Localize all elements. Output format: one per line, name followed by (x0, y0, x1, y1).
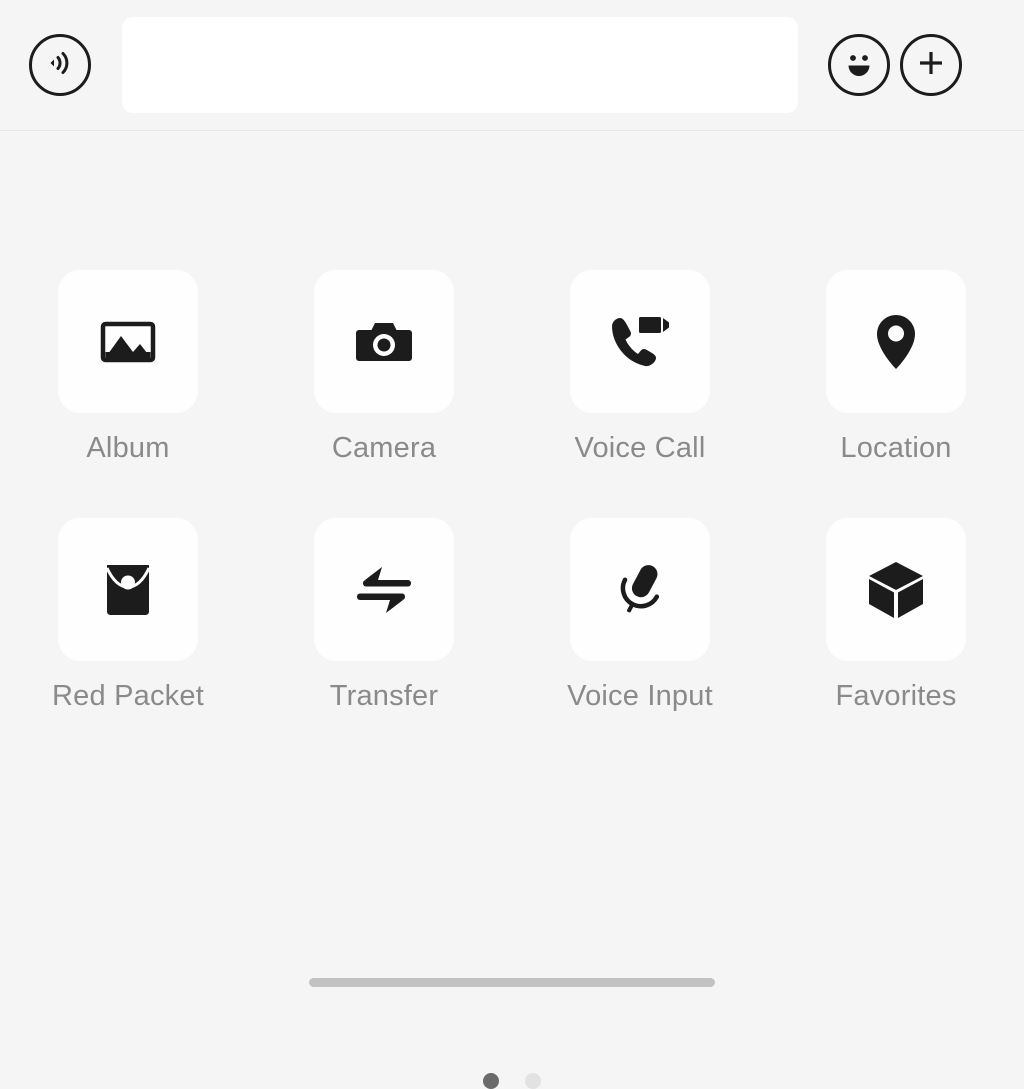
add-attachment-button[interactable] (900, 34, 962, 96)
attachment-item-camera[interactable]: Camera (256, 270, 512, 465)
attachment-tile[interactable] (570, 270, 710, 413)
transfer-arrows-icon (351, 557, 417, 623)
attachment-tile[interactable] (58, 518, 198, 661)
image-icon (95, 309, 161, 375)
attachment-label: Location (840, 432, 952, 464)
voice-wave-button[interactable] (29, 34, 91, 96)
home-indicator[interactable] (309, 978, 715, 987)
attachment-label: Favorites (835, 680, 957, 712)
phone-video-icon (607, 309, 673, 375)
pagination-dot-2[interactable] (525, 1073, 541, 1089)
attachment-panel: Album Camera Voice Call Location Red Pac… (0, 132, 1024, 1089)
attachment-label: Camera (331, 432, 437, 464)
attachment-item-album[interactable]: Album (0, 270, 256, 465)
attachment-tile[interactable] (570, 518, 710, 661)
red-packet-icon (95, 557, 161, 623)
pagination-dot-1[interactable] (483, 1073, 499, 1089)
cube-icon (863, 557, 929, 623)
attachment-label: Transfer (329, 680, 439, 712)
map-pin-icon (863, 309, 929, 375)
attachment-item-voice-call[interactable]: Voice Call (512, 270, 768, 465)
attachment-tile[interactable] (58, 270, 198, 413)
attachment-label: Voice Call (574, 432, 706, 464)
attachment-label: Album (86, 432, 170, 464)
attachment-label: Red Packet (52, 680, 204, 712)
attachment-item-transfer[interactable]: Transfer (256, 518, 512, 713)
smiley-face-icon (839, 43, 879, 88)
message-input[interactable] (122, 17, 798, 113)
attachment-item-red-packet[interactable]: Red Packet (0, 518, 256, 713)
microphone-icon (607, 557, 673, 623)
attachment-tile[interactable] (314, 518, 454, 661)
emoji-button[interactable] (828, 34, 890, 96)
attachment-item-voice-input[interactable]: Voice Input (512, 518, 768, 713)
attachment-label: Voice Input (567, 680, 713, 712)
chat-input-bar (0, 0, 1024, 131)
attachment-tile[interactable] (826, 518, 966, 661)
camera-icon (351, 309, 417, 375)
attachment-item-favorites[interactable]: Favorites (768, 518, 1024, 713)
voice-wave-icon (43, 46, 77, 85)
plus-circle-icon (913, 45, 949, 86)
attachment-tile[interactable] (826, 270, 966, 413)
pagination-dots (0, 1073, 1024, 1089)
attachment-item-location[interactable]: Location (768, 270, 1024, 465)
attachment-grid: Album Camera Voice Call Location Red Pac… (0, 270, 1024, 766)
attachment-tile[interactable] (314, 270, 454, 413)
